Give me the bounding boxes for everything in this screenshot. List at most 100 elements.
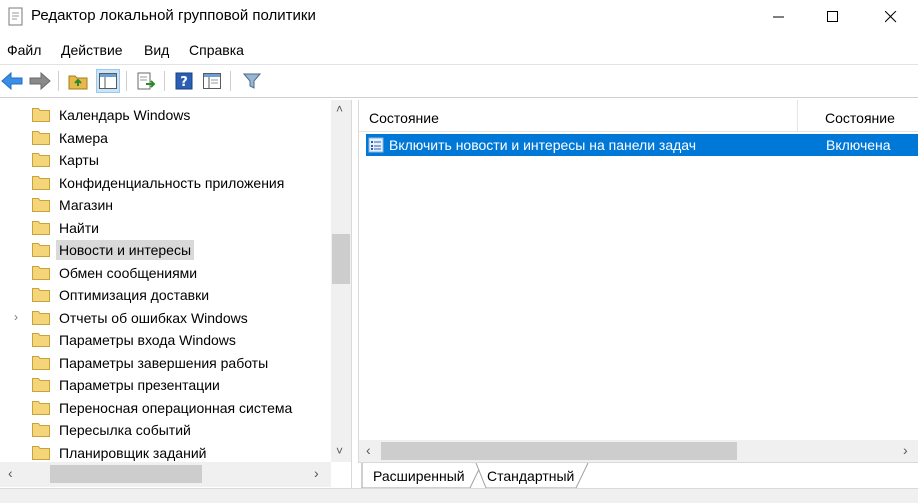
- tree-item-label: Календарь Windows: [59, 107, 191, 123]
- status-bar: [0, 488, 918, 503]
- help-button[interactable]: ?: [172, 69, 196, 93]
- up-folder-icon: [68, 75, 88, 90]
- tree-item[interactable]: › Отчеты об ошибках Windows: [0, 307, 330, 329]
- tree-item-label: Параметры завершения работы: [59, 354, 269, 371]
- view-tabs: Расширенный Стандартный: [358, 462, 918, 489]
- policy-state: Включена: [826, 137, 891, 153]
- folder-icon: [32, 333, 50, 347]
- folder-icon: [32, 355, 50, 370]
- minimize-button[interactable]: [756, 0, 802, 34]
- close-icon: [885, 11, 897, 23]
- svg-text:?: ?: [180, 75, 188, 90]
- toolbar-separator: [164, 71, 165, 91]
- column-header-label: Состояние: [369, 110, 439, 126]
- folder-icon: [32, 400, 50, 415]
- scroll-left-arrow[interactable]: ‹: [366, 442, 371, 458]
- back-arrow-icon: [1, 72, 23, 90]
- tree-item[interactable]: Найти: [0, 217, 330, 239]
- toolbar-separator: [230, 71, 231, 91]
- toolbar-separator: [58, 71, 59, 91]
- scrollbar-thumb[interactable]: [332, 234, 350, 284]
- menu-help[interactable]: Справка: [189, 42, 244, 58]
- menu-bar: Файл Действие Вид Справка: [0, 38, 918, 62]
- title-bar: Редактор локальной групповой политики: [0, 0, 918, 34]
- list-horizontal-scrollbar[interactable]: ‹ ›: [359, 440, 918, 462]
- folder-icon: [32, 445, 50, 460]
- column-header-setting[interactable]: Состояние: [359, 100, 797, 132]
- policy-setting-icon: [368, 137, 384, 153]
- folder-icon: [32, 175, 50, 190]
- tree-item[interactable]: Планировщик заданий: [0, 442, 330, 464]
- folder-icon: [32, 423, 50, 437]
- tree-item-label: Конфиденциальность приложения: [59, 174, 285, 191]
- tree-item-label: Обмен сообщениями: [59, 264, 198, 281]
- tab-label: Стандартный: [487, 468, 575, 484]
- scroll-right-arrow[interactable]: ›: [903, 442, 908, 458]
- show-hide-tree-button[interactable]: [96, 69, 120, 93]
- menu-view[interactable]: Вид: [144, 42, 169, 58]
- export-list-button[interactable]: [134, 69, 158, 93]
- tree-item[interactable]: Параметры завершения работы: [0, 352, 330, 374]
- close-button[interactable]: [868, 0, 914, 34]
- tree-item[interactable]: Параметры презентации: [0, 374, 330, 396]
- folder-icon: [32, 220, 50, 235]
- forward-button[interactable]: [28, 69, 52, 93]
- tree-item[interactable]: Новости и интересы: [0, 239, 330, 261]
- scroll-left-arrow[interactable]: ‹: [8, 465, 13, 481]
- scroll-up-arrow[interactable]: ˄: [336, 102, 343, 116]
- maximize-button[interactable]: [810, 0, 856, 34]
- forward-arrow-icon: [29, 72, 51, 90]
- tree-item[interactable]: Камера: [0, 127, 330, 149]
- tree-item-label: Найти: [59, 219, 99, 236]
- export-list-icon: [137, 72, 155, 90]
- folder-icon: [32, 378, 50, 392]
- folder-icon: [32, 265, 50, 280]
- folder-icon: [32, 130, 50, 145]
- scrollbar-thumb[interactable]: [50, 465, 202, 483]
- tree-item-label: Переносная операционная система: [59, 399, 293, 416]
- filter-button[interactable]: [240, 69, 264, 93]
- tree-item-label: Пересылка событий: [59, 422, 191, 438]
- up-one-level-button[interactable]: [66, 69, 90, 93]
- properties-button[interactable]: [200, 69, 224, 93]
- back-button[interactable]: [0, 69, 24, 93]
- toolbar-separator: [126, 71, 127, 91]
- menu-action[interactable]: Действие: [61, 42, 123, 58]
- folder-icon: [32, 108, 50, 122]
- tree-pane: Календарь Windows Камера Карты Конфиденциал…: [0, 100, 352, 488]
- tree-item[interactable]: Переносная операционная система: [0, 397, 330, 419]
- scroll-down-arrow[interactable]: ˅: [336, 444, 343, 458]
- tree-item[interactable]: Магазин: [0, 194, 330, 216]
- tree-item-label: Новости и интересы: [56, 240, 195, 260]
- folder-icon: [32, 243, 50, 257]
- policy-name: Включить новости и интересы на панели за…: [389, 137, 697, 153]
- expand-chevron-icon[interactable]: ›: [14, 310, 18, 324]
- policy-row[interactable]: Включить новости и интересы на панели за…: [366, 134, 918, 156]
- column-header-label: Состояние: [825, 110, 895, 126]
- tree-item[interactable]: Календарь Windows: [0, 104, 330, 126]
- tab-label: Расширенный: [373, 468, 465, 484]
- tree-item-label: Карты: [59, 152, 99, 168]
- minimize-icon: [773, 16, 784, 18]
- folder-icon: [32, 153, 50, 167]
- tree-item[interactable]: Пересылка событий: [0, 419, 330, 441]
- help-icon: ?: [175, 72, 193, 90]
- tree-item[interactable]: Параметры входа Windows: [0, 329, 330, 351]
- folder-icon: [32, 198, 50, 212]
- tab-standard[interactable]: Стандартный: [482, 463, 586, 489]
- tree-vertical-scrollbar[interactable]: ˄ ˅: [331, 100, 351, 462]
- menu-file[interactable]: Файл: [7, 42, 41, 58]
- tree-item[interactable]: Карты: [0, 149, 330, 171]
- column-header-state[interactable]: Состояние: [797, 100, 918, 132]
- scrollbar-thumb[interactable]: [381, 442, 737, 460]
- policy-list-pane: Состояние Состояние Включить новости и и…: [358, 100, 918, 462]
- tree-item[interactable]: Конфиденциальность приложения: [0, 172, 330, 194]
- tree-item-label: Параметры входа Windows: [59, 332, 236, 348]
- tree-horizontal-scrollbar[interactable]: ‹ ›: [0, 462, 331, 487]
- scroll-right-arrow[interactable]: ›: [314, 465, 319, 481]
- tree-item[interactable]: Обмен сообщениями: [0, 262, 330, 284]
- tab-extended[interactable]: Расширенный: [364, 463, 476, 489]
- tree-item[interactable]: Оптимизация доставки: [0, 284, 330, 306]
- filter-icon: [243, 73, 261, 89]
- maximize-icon: [827, 11, 838, 22]
